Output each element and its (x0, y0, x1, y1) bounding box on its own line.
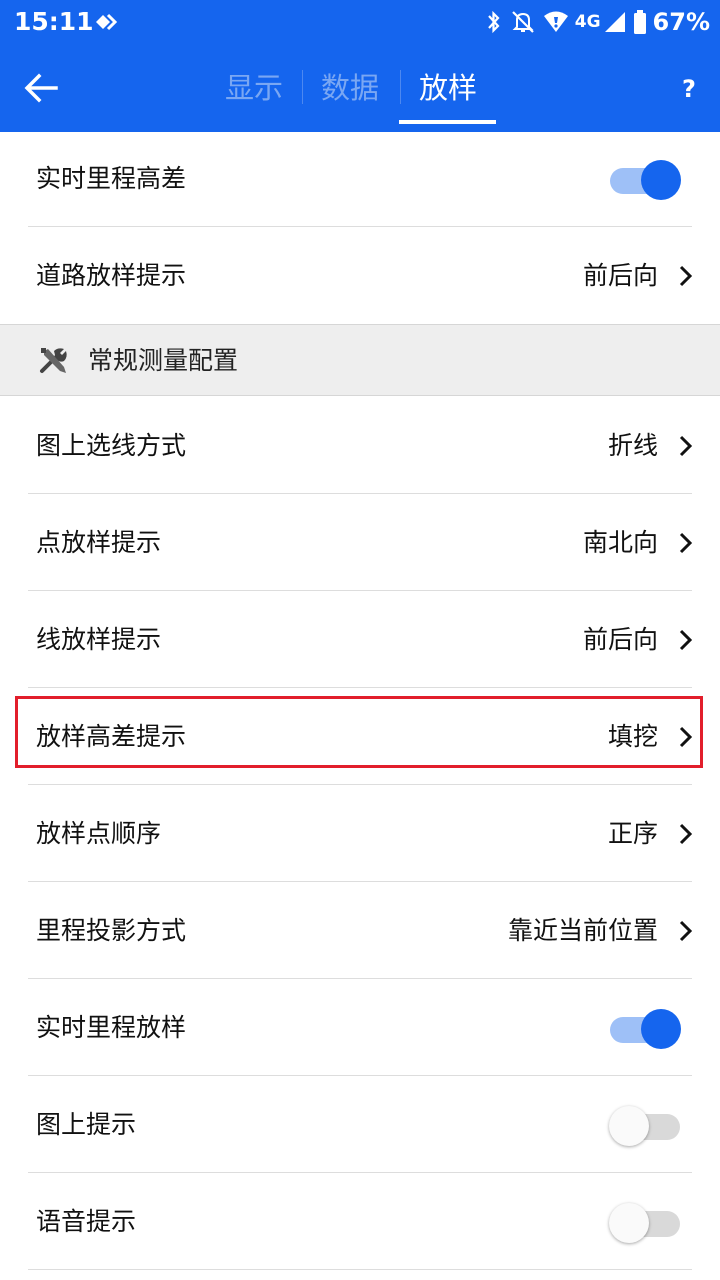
setting-label: 图上选线方式 (36, 431, 187, 460)
diamond-icon (96, 13, 118, 31)
setting-label: 放样高差提示 (36, 722, 187, 751)
setting-value: 正序 (607, 819, 658, 848)
setting-value: 前后向 (582, 625, 658, 654)
setting-row-realtime-mileage-stakeout[interactable]: 实时里程放样 (0, 979, 720, 1076)
battery-percent: 67% (652, 8, 710, 36)
toggle-knob (641, 160, 681, 200)
realtime-mileage-height-toggle[interactable] (610, 160, 681, 200)
voice-hint-toggle[interactable] (609, 1203, 680, 1243)
setting-row-voice-hint[interactable]: 语音提示 (0, 1173, 720, 1270)
chevron-right-icon (679, 265, 693, 287)
realtime-mileage-stakeout-toggle[interactable] (610, 1009, 681, 1049)
tab-stakeout[interactable]: 放样 (416, 68, 480, 108)
toggle-knob (609, 1106, 649, 1146)
active-tab-indicator (399, 120, 496, 124)
help-button[interactable]: ? (676, 74, 702, 104)
chevron-right-icon (679, 726, 693, 748)
setting-row-road-stakeout-hint[interactable]: 道路放样提示 前后向 (0, 227, 720, 324)
setting-value: 填挖 (607, 722, 658, 751)
setting-row-mileage-projection[interactable]: 里程投影方式 靠近当前位置 (0, 882, 720, 979)
chevron-right-icon (679, 629, 693, 651)
row-divider (28, 1269, 692, 1270)
mute-icon (511, 11, 534, 33)
bluetooth-icon (487, 10, 500, 34)
setting-row-map-line-selection[interactable]: 图上选线方式 折线 (0, 397, 720, 494)
setting-label: 语音提示 (36, 1207, 137, 1236)
setting-value: 折线 (607, 431, 658, 460)
section-header-general-survey: 常规测量配置 (0, 324, 720, 396)
tab-display[interactable]: 显示 (222, 68, 286, 108)
toggle-knob (641, 1009, 681, 1049)
toggle-knob (609, 1203, 649, 1243)
setting-row-stakeout-height-hint[interactable]: 放样高差提示 填挖 (0, 688, 720, 785)
setting-label: 点放样提示 (36, 528, 162, 557)
signal-icon (604, 12, 625, 32)
setting-row-map-hint[interactable]: 图上提示 (0, 1076, 720, 1173)
setting-label: 图上提示 (36, 1110, 137, 1139)
status-bar: 15:11 4G 67% (0, 0, 720, 44)
map-hint-toggle[interactable] (609, 1106, 680, 1146)
tab-divider (302, 70, 303, 104)
wifi-icon (543, 11, 568, 32)
setting-label: 实时里程放样 (36, 1013, 187, 1042)
chevron-right-icon (679, 823, 693, 845)
setting-value: 前后向 (582, 261, 658, 290)
setting-row-point-stakeout-hint[interactable]: 点放样提示 南北向 (0, 494, 720, 591)
chevron-right-icon (679, 920, 693, 942)
chevron-right-icon (679, 532, 693, 554)
setting-label: 实时里程高差 (36, 164, 187, 193)
setting-label: 里程投影方式 (36, 916, 187, 945)
tab-data[interactable]: 数据 (318, 68, 382, 108)
status-time: 15:11 (14, 7, 94, 36)
setting-row-stakeout-point-order[interactable]: 放样点顺序 正序 (0, 785, 720, 882)
chevron-right-icon (679, 435, 693, 457)
setting-row-line-stakeout-hint[interactable]: 线放样提示 前后向 (0, 591, 720, 688)
app-bar: 显示 数据 放样 ? (0, 44, 720, 132)
network-type: 4G (574, 12, 601, 32)
setting-value: 靠近当前位置 (507, 916, 658, 945)
setting-label: 放样点顺序 (36, 819, 162, 848)
setting-label: 道路放样提示 (36, 261, 187, 290)
battery-icon (633, 10, 646, 34)
tools-icon (40, 348, 67, 373)
back-arrow-icon[interactable] (22, 70, 62, 106)
setting-value: 南北向 (582, 528, 658, 557)
section-title: 常规测量配置 (88, 346, 239, 375)
setting-row-realtime-mileage-height[interactable]: 实时里程高差 (0, 130, 720, 227)
setting-label: 线放样提示 (36, 625, 162, 654)
tab-divider (400, 70, 401, 104)
